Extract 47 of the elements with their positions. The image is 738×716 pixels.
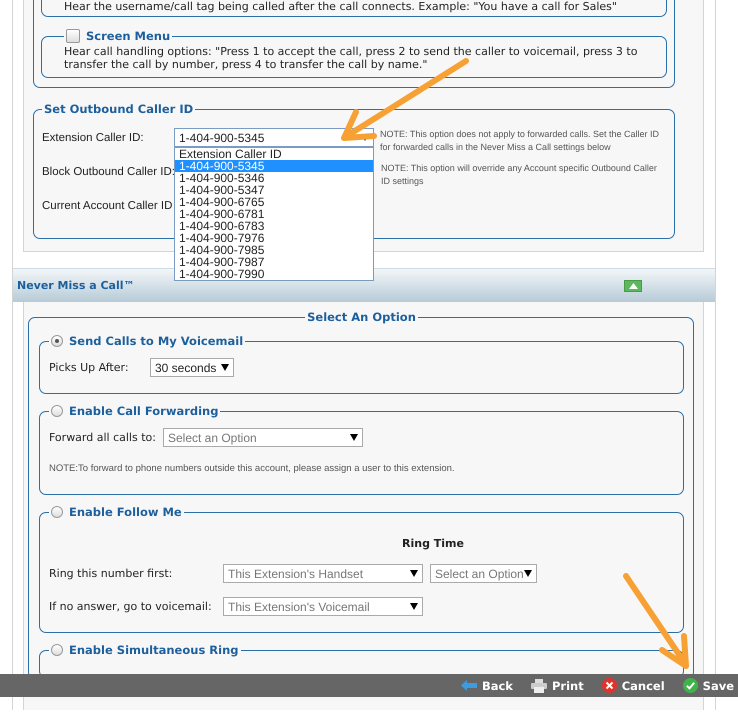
group-title: Enable Call Forwarding: [69, 404, 218, 418]
field-label: If no answer, go to voicemail:: [49, 600, 213, 613]
dropdown-option[interactable]: 1-404-900-5347: [175, 184, 373, 196]
group-title: Send Calls to My Voicemail: [69, 334, 244, 348]
field-label: Extension Caller ID:: [42, 131, 145, 144]
group-title: Screen Menu: [86, 29, 170, 43]
dropdown-option[interactable]: 1-404-900-6781: [175, 208, 373, 220]
option-description: Hear call handling options: "Press 1 to accept the call, press 2 to send the caller to voicemail, press 3 to transfer the call by number, press 4 to transfer the call by name.": [64, 45, 638, 71]
radio-button[interactable]: [51, 644, 63, 656]
dropdown-option[interactable]: 1-404-900-6783: [175, 220, 373, 232]
field-label: Block Outbound Caller ID:: [42, 165, 175, 178]
note-text: NOTE: This option does not apply to forwarded calls. Set the Caller ID for forwarded calls in the Never Miss a Call settings below: [380, 128, 660, 154]
dropdown-option[interactable]: 1-404-900-5346: [175, 172, 373, 184]
checkmark-icon: [682, 678, 698, 693]
dropdown-option[interactable]: 1-404-900-7990: [175, 268, 373, 280]
save-button[interactable]: Save: [682, 678, 734, 693]
section-title: Never Miss a Call™: [17, 279, 134, 292]
field-label: Ring this number first:: [49, 567, 174, 580]
printer-icon: [530, 678, 547, 692]
cancel-icon: [602, 678, 617, 693]
dropdown-option[interactable]: 1-404-900-7987: [175, 256, 373, 268]
dropdown-option[interactable]: 1-404-900-7976: [175, 232, 373, 244]
collapse-button[interactable]: [624, 280, 642, 292]
column-heading: Ring Time: [402, 537, 464, 550]
group-title: Set Outbound Caller ID: [44, 102, 194, 116]
radio-button[interactable]: [51, 405, 63, 417]
radio-button[interactable]: [51, 335, 63, 347]
dropdown-option[interactable]: 1-404-900-6765: [175, 196, 373, 208]
field-label: Current Account Caller ID: [42, 199, 174, 212]
select-field[interactable]: 30 seconds: [150, 358, 234, 377]
print-button[interactable]: Print: [530, 678, 584, 692]
back-arrow-icon: [460, 679, 477, 692]
note-text: NOTE: This option will override any Account specific Outbound Caller ID settings: [380, 162, 658, 188]
triangle-icon: [628, 282, 638, 288]
group-title: Select An Option: [307, 310, 416, 324]
note-text: NOTE:To forward to phone numbers outside this account, please assign a user to this extension.: [49, 463, 456, 474]
field-label: Picks Up After:: [49, 361, 130, 374]
group-title: Enable Simultaneous Ring: [69, 643, 239, 657]
back-button[interactable]: Back: [460, 678, 513, 692]
field-label: Forward all calls to:: [49, 431, 156, 444]
option-description: Hear the username/call tag being called after the call connects. Example: "You have a call for Sales": [64, 0, 618, 13]
group-title: Enable Follow Me: [69, 505, 182, 519]
radio-button[interactable]: [51, 506, 63, 518]
checkbox[interactable]: [66, 29, 80, 43]
dropdown-option[interactable]: 1-404-900-7985: [175, 244, 373, 256]
dropdown-option[interactable]: Extension Caller ID: [175, 148, 373, 160]
cancel-button[interactable]: Cancel: [602, 678, 665, 693]
